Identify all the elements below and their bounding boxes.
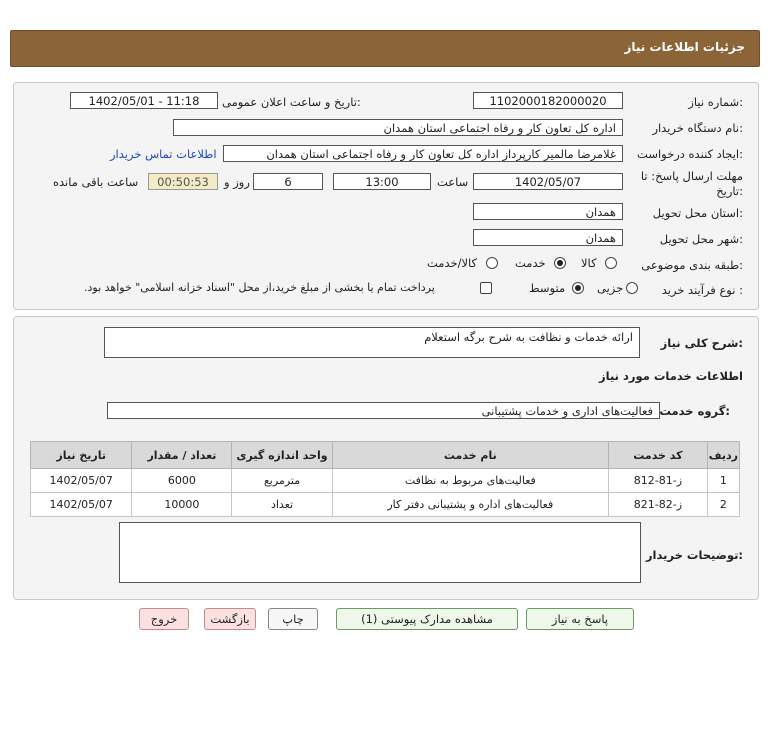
service-group-field: فعالیت‌های اداری و خدمات پشتیبانی xyxy=(107,402,660,419)
page-title: جزئیات اطلاعات نیاز xyxy=(624,40,745,54)
treasury-payment-checkbox[interactable] xyxy=(480,282,492,294)
category-option-service: خدمت xyxy=(515,256,546,270)
category-option-goods-service: کالا/خدمت xyxy=(427,256,478,270)
category-label: طبقه بندی موضوعی: xyxy=(641,258,743,272)
cell-code: ز-82-821 xyxy=(608,492,708,517)
need-info-panel xyxy=(13,82,759,310)
service-group-label: گروه خدمت: xyxy=(659,404,730,418)
services-table: ردیف کد خدمت نام خدمت واحد اندازه گیری ت… xyxy=(29,441,741,517)
time-label: ساعت xyxy=(437,175,469,189)
table-row: 2 ز-82-821 فعالیت‌های اداره و پشتیبانی د… xyxy=(29,492,741,517)
cell-name: فعالیت‌های مربوط به نظافت xyxy=(331,468,610,493)
col-code-header: کد خدمت xyxy=(608,441,708,469)
view-attachments-button[interactable]: مشاهده مدارک پیوستی (1) xyxy=(336,608,518,630)
cell-code: ز-81-812 xyxy=(608,468,708,493)
cell-row: 2 xyxy=(706,492,741,517)
purchase-option-minor: جزیی xyxy=(597,281,624,295)
cell-row: 1 xyxy=(706,468,741,493)
print-button[interactable]: چاپ xyxy=(268,608,318,630)
deadline-date-field: 1402/05/07 xyxy=(473,173,623,190)
remaining-label: ساعت باقی مانده xyxy=(53,175,139,189)
page-header: جزئیات اطلاعات نیاز xyxy=(10,30,760,67)
back-button[interactable]: بازگشت xyxy=(204,608,256,630)
need-number-label: شماره نیاز: xyxy=(688,95,743,109)
buyer-contact-link[interactable]: اطلاعات تماس خریدار xyxy=(110,147,217,161)
cell-unit: تعداد xyxy=(231,492,333,517)
cell-unit: مترمربع xyxy=(231,468,333,493)
cell-date: 1402/05/07 xyxy=(29,468,133,493)
col-unit-header: واحد اندازه گیری xyxy=(231,441,333,469)
category-radio-goods[interactable] xyxy=(605,257,617,269)
announce-field: 1402/05/01 - 11:18 xyxy=(70,92,218,109)
deadline-time-field: 13:00 xyxy=(333,173,431,190)
need-number-field: 1102000182000020 xyxy=(473,92,623,109)
creator-field: غلامرضا مالمیر کارپرداز اداره کل تعاون ک… xyxy=(223,145,623,162)
cell-date: 1402/05/07 xyxy=(29,492,133,517)
city-label: شهر محل تحویل: xyxy=(659,232,743,246)
general-desc-label: شرح کلی نیاز: xyxy=(660,336,743,350)
province-label: استان محل تحویل: xyxy=(652,206,743,220)
purchase-type-label: نوع فرآیند خرید : xyxy=(661,283,743,297)
purchase-option-medium: متوسط xyxy=(529,281,566,295)
deadline-label: مهلت ارسال پاسخ: تا xyxy=(640,169,743,183)
col-qty-header: تعداد / مقدار xyxy=(131,441,233,469)
category-option-goods: کالا xyxy=(581,256,597,270)
buyer-notes-field xyxy=(119,522,641,583)
services-info-title: اطلاعات خدمات مورد نیاز xyxy=(599,369,743,383)
buyer-notes-label: توضیحات خریدار: xyxy=(645,548,743,562)
category-radio-service[interactable] xyxy=(554,257,566,269)
reply-button[interactable]: پاسخ به نیاز xyxy=(526,608,634,630)
cell-qty: 6000 xyxy=(131,468,233,493)
category-radio-goods-service[interactable] xyxy=(486,257,498,269)
table-header-row: ردیف کد خدمت نام خدمت واحد اندازه گیری ت… xyxy=(29,441,741,469)
treasury-payment-note: پرداخت تمام یا بخشی از مبلغ خرید،از محل … xyxy=(84,281,435,294)
days-label: روز و xyxy=(224,175,250,189)
province-field: همدان xyxy=(473,203,623,220)
cell-name: فعالیت‌های اداره و پشتیبانی دفتر کار xyxy=(331,492,610,517)
creator-label: ایجاد کننده درخواست: xyxy=(637,147,743,161)
general-desc-field: ارائه خدمات و نظافت به شرح برگه استعلام xyxy=(104,327,640,358)
buyer-org-label: نام دستگاه خریدار: xyxy=(652,121,743,135)
purchase-radio-minor[interactable] xyxy=(626,282,638,294)
col-row-header: ردیف xyxy=(706,441,741,469)
remaining-time-field: 00:50:53 xyxy=(148,173,218,190)
days-field: 6 xyxy=(253,173,323,190)
exit-button[interactable]: خروج xyxy=(139,608,189,630)
buyer-org-field: اداره کل تعاون کار و رفاه اجتماعی استان … xyxy=(173,119,623,136)
col-date-header: تاریخ نیاز xyxy=(29,441,133,469)
announce-label: تاریخ و ساعت اعلان عمومی: xyxy=(222,95,361,109)
deadline-date-label: تاریخ: xyxy=(716,184,743,198)
purchase-radio-medium[interactable] xyxy=(572,282,584,294)
city-field: همدان xyxy=(473,229,623,246)
cell-qty: 10000 xyxy=(131,492,233,517)
table-row: 1 ز-81-812 فعالیت‌های مربوط به نظافت متر… xyxy=(29,468,741,493)
col-name-header: نام خدمت xyxy=(331,441,610,469)
